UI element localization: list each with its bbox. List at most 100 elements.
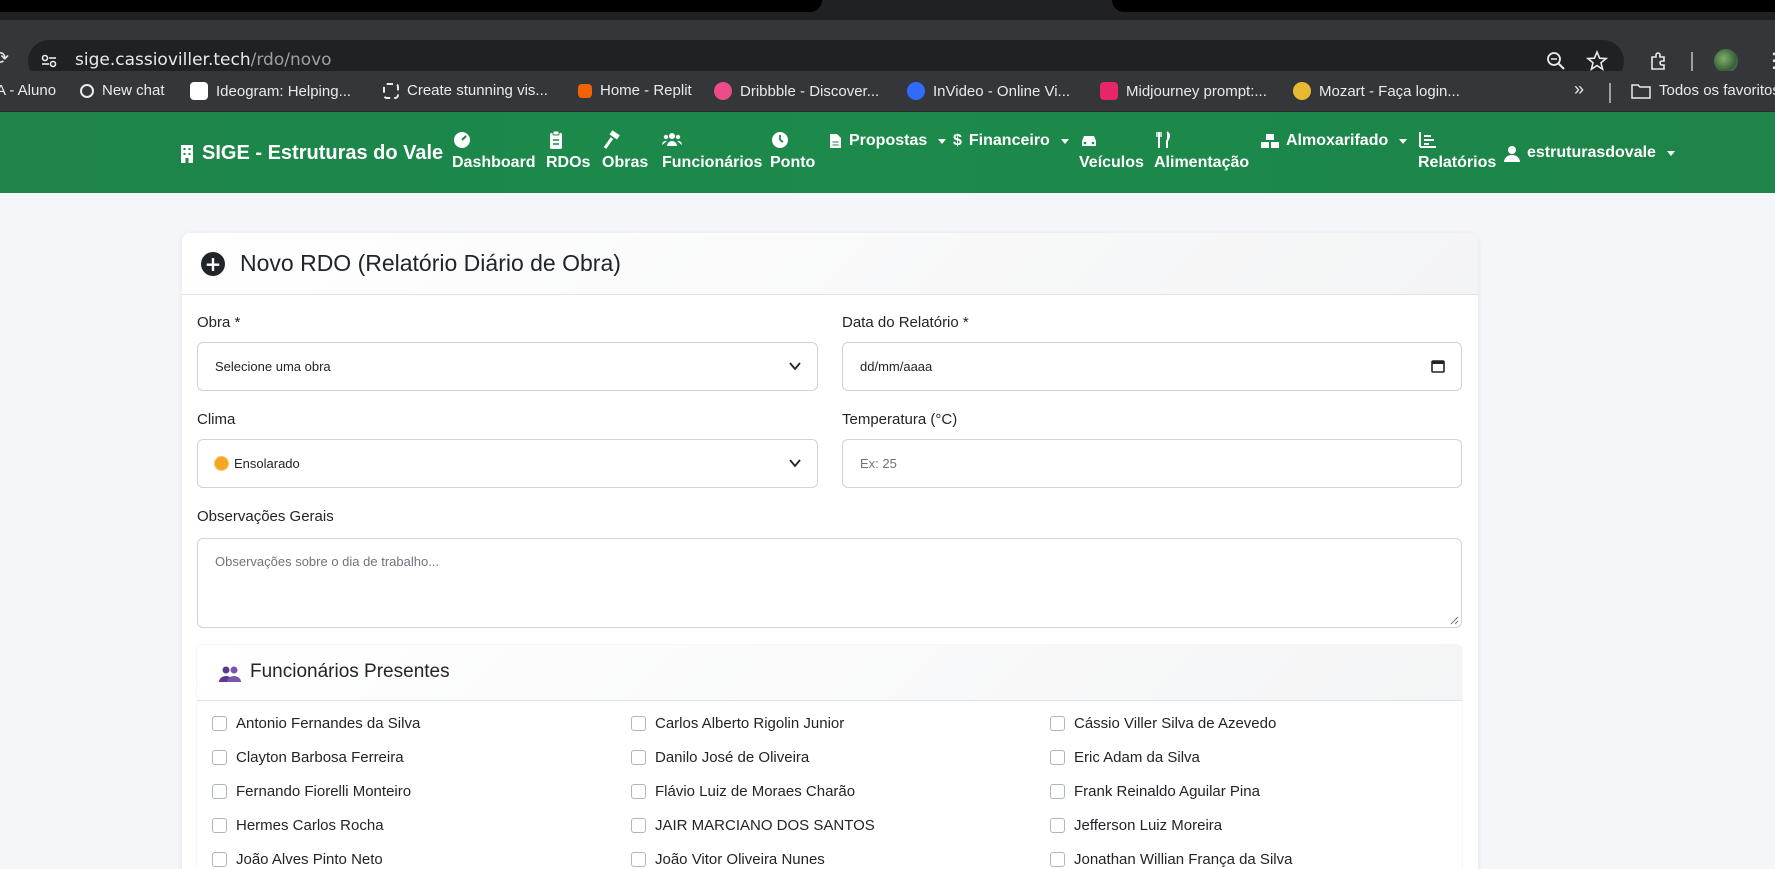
bookmarks-folder[interactable]: Todos os favoritos <box>1631 82 1775 99</box>
nav-label: Obras <box>602 154 649 171</box>
bookmark-item[interactable]: Dribbble - Discover... <box>714 82 879 100</box>
checkbox[interactable] <box>1050 784 1065 799</box>
funcionarios-title: Funcionários Presentes <box>250 661 450 682</box>
employee-name: Fernando Fiorelli Monteiro <box>236 783 412 800</box>
bookmark-item[interactable]: Create stunning vis... <box>383 82 548 99</box>
bookmark-item[interactable]: Mozart - Faça login... <box>1293 82 1460 100</box>
checkbox[interactable] <box>631 784 646 799</box>
ideogram-icon <box>190 82 208 100</box>
nav-label: Financeiro <box>968 132 1050 149</box>
employee-checkbox-item[interactable]: Carlos Alberto Rigolin Junior <box>631 715 844 732</box>
obra-select[interactable]: Selecione uma obra <box>197 342 818 391</box>
clima-select[interactable]: Ensolarado <box>197 439 818 488</box>
checkbox[interactable] <box>1050 716 1065 731</box>
bookmark-item[interactable]: InVideo - Online Vi... <box>907 82 1070 100</box>
user-menu[interactable]: estruturasdovale <box>1504 144 1675 162</box>
bookmark-item[interactable]: New chat <box>80 82 165 99</box>
nav-label: Propostas <box>849 132 928 149</box>
checkbox[interactable] <box>1050 852 1065 867</box>
calendar-icon[interactable] <box>1431 359 1445 373</box>
more-bookmarks-chevron-icon[interactable]: » <box>1574 79 1584 100</box>
checkbox[interactable] <box>212 750 227 765</box>
nav-alimentacao[interactable]: Alimentação <box>1154 130 1249 172</box>
employee-checkbox-item[interactable]: JAIR MARCIANO DOS SANTOS <box>631 817 875 834</box>
bookmark-item[interactable]: Midjourney prompt:... <box>1100 82 1267 100</box>
employee-name: Frank Reinaldo Aguilar Pina <box>1074 783 1260 800</box>
checkbox[interactable] <box>212 784 227 799</box>
checkbox[interactable] <box>1050 750 1065 765</box>
url-host: sige.cassioviller.tech <box>75 50 251 70</box>
nav-financeiro[interactable]: $ Financeiro <box>953 132 1069 150</box>
checkbox[interactable] <box>1050 818 1065 833</box>
zoom-icon[interactable] <box>1545 50 1567 72</box>
rdo-form-card: + Novo RDO (Relatório Diário de Obra) Ob… <box>182 233 1478 869</box>
observacoes-label: Observações Gerais <box>197 508 334 525</box>
nav-veiculos[interactable]: Veículos <box>1079 130 1144 172</box>
nav-label: Almoxarifado <box>1286 132 1389 149</box>
nav-relatorios[interactable]: Relatórios <box>1418 130 1496 172</box>
nav-funcionarios[interactable]: Funcionários <box>662 130 762 172</box>
browser-tab-active[interactable] <box>0 0 822 12</box>
url-text[interactable]: sige.cassioviller.tech/rdo/novo <box>75 50 332 70</box>
nav-obras[interactable]: Obras <box>602 130 648 172</box>
profile-avatar[interactable] <box>1714 49 1738 73</box>
employee-name: João Alves Pinto Neto <box>236 851 383 868</box>
employee-checkbox-item[interactable]: Hermes Carlos Rocha <box>212 817 384 834</box>
temperatura-input[interactable]: Ex: 25 <box>842 439 1462 488</box>
checkbox[interactable] <box>631 716 646 731</box>
employee-checkbox-item[interactable]: Flávio Luiz de Moraes Charão <box>631 783 855 800</box>
employee-checkbox-item[interactable]: Jefferson Luiz Moreira <box>1050 817 1222 834</box>
nav-label: Dashboard <box>452 154 536 171</box>
employee-checkbox-item[interactable]: Clayton Barbosa Ferreira <box>212 749 404 766</box>
site-settings-icon[interactable] <box>38 50 60 72</box>
data-input[interactable]: dd/mm/aaaa <box>842 342 1462 391</box>
nav-propostas[interactable]: Propostas <box>829 132 947 150</box>
bookmark-item[interactable]: Home - Replit <box>578 82 692 99</box>
employee-name: Danilo José de Oliveira <box>655 749 810 766</box>
extensions-icon[interactable] <box>1648 50 1670 72</box>
checkbox[interactable] <box>212 852 227 867</box>
employee-name: Jefferson Luiz Moreira <box>1074 817 1223 834</box>
employee-checkbox-item[interactable]: Antonio Fernandes da Silva <box>212 715 420 732</box>
bookmark-star-icon[interactable] <box>1586 50 1608 72</box>
checkbox[interactable] <box>212 716 227 731</box>
nav-rdos[interactable]: RDOs <box>546 130 590 172</box>
bookmark-label: New chat <box>102 82 165 99</box>
observacoes-textarea[interactable]: Observações sobre o dia de trabalho... <box>197 538 1462 628</box>
nav-dashboard[interactable]: Dashboard <box>452 130 536 172</box>
nav-almoxarifado[interactable]: Almoxarifado <box>1261 132 1408 150</box>
bookmark-label: Create stunning vis... <box>407 82 548 99</box>
nav-label: Veículos <box>1079 154 1144 171</box>
data-input-placeholder: dd/mm/aaaa <box>860 359 933 374</box>
employee-name: Jonathan Willian França da Silva <box>1074 851 1293 868</box>
employee-checkbox-item[interactable]: João Alves Pinto Neto <box>212 851 383 868</box>
midjourney-icon <box>1100 82 1118 100</box>
employee-checkbox-item[interactable]: Fernando Fiorelli Monteiro <box>212 783 411 800</box>
employee-checkbox-item[interactable]: Cássio Viller Silva de Azevedo <box>1050 715 1276 732</box>
employee-checkbox-item[interactable]: Eric Adam da Silva <box>1050 749 1200 766</box>
employee-name: Hermes Carlos Rocha <box>236 817 384 834</box>
reload-icon[interactable]: ⟳ <box>0 48 9 69</box>
checkbox[interactable] <box>631 750 646 765</box>
employee-checkbox-item[interactable]: Jonathan Willian França da Silva <box>1050 851 1292 868</box>
page-title: Novo RDO (Relatório Diário de Obra) <box>240 250 621 276</box>
browser-tab[interactable] <box>1112 0 1775 12</box>
bookmark-label: A - Aluno <box>0 82 57 99</box>
brand-name: SIGE - Estruturas do Vale <box>202 142 444 164</box>
menu-kebab-icon[interactable]: ⋮ <box>1764 48 1775 72</box>
employee-checkbox-item[interactable]: Frank Reinaldo Aguilar Pina <box>1050 783 1260 800</box>
bookmark-label: Ideogram: Helping... <box>216 82 352 100</box>
bookmark-item[interactable]: Ideogram: Helping... <box>190 82 351 100</box>
nav-ponto[interactable]: Ponto <box>770 130 815 172</box>
checkbox[interactable] <box>212 818 227 833</box>
brand-link[interactable]: SIGE - Estruturas do Vale <box>180 142 443 165</box>
obra-label: Obra * <box>197 314 241 331</box>
checkbox[interactable] <box>631 852 646 867</box>
bookmark-item[interactable]: A - Aluno <box>0 82 56 99</box>
employee-name: Carlos Alberto Rigolin Junior <box>655 715 845 732</box>
nav-label: Relatórios <box>1418 154 1497 171</box>
checkbox[interactable] <box>631 818 646 833</box>
employee-checkbox-item[interactable]: Danilo José de Oliveira <box>631 749 809 766</box>
employee-checkbox-item[interactable]: João Vitor Oliveira Nunes <box>631 851 825 868</box>
resize-handle-icon[interactable] <box>1449 615 1459 625</box>
